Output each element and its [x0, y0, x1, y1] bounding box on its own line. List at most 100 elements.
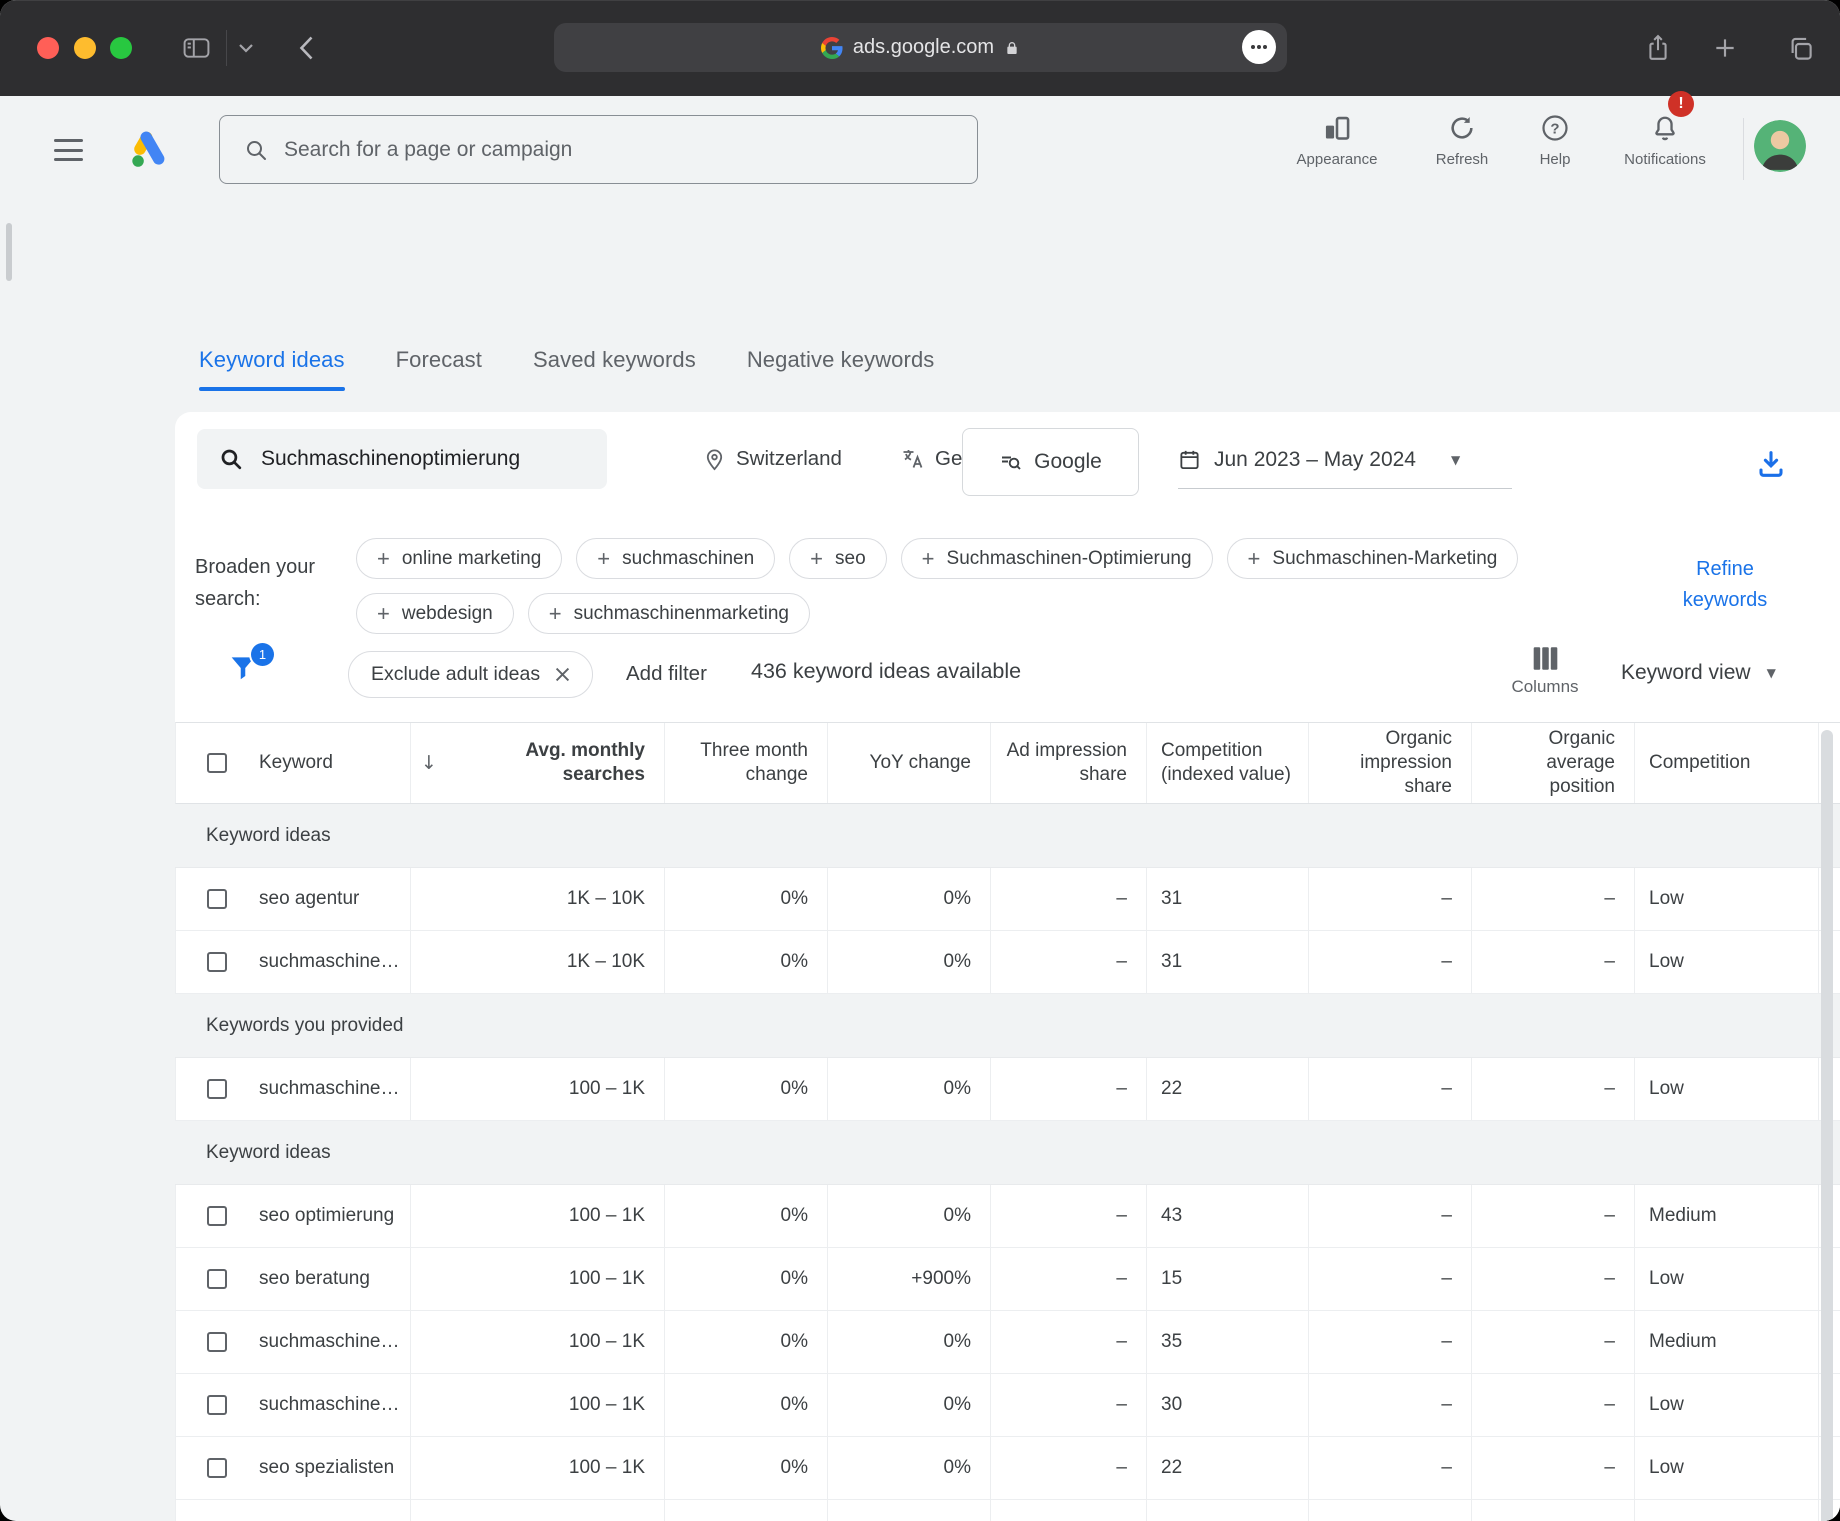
columns-button[interactable]: Columns: [1500, 646, 1590, 697]
value-cell: 0%: [828, 1374, 991, 1436]
broaden-chip[interactable]: +webdesign: [356, 593, 514, 634]
value-cell: –: [991, 931, 1147, 993]
refine-keywords-link[interactable]: Refine keywords: [1663, 554, 1787, 616]
minimize-window-button[interactable]: [74, 37, 96, 59]
row-checkbox[interactable]: [207, 1395, 227, 1415]
broaden-chip[interactable]: +online marketing: [356, 538, 562, 579]
value-cell: 0%: [828, 1500, 991, 1521]
plus-icon: +: [922, 546, 935, 572]
value-cell: Low: [1635, 1374, 1819, 1436]
location-pin-icon: [703, 448, 726, 471]
exclude-adult-ideas-chip[interactable]: Exclude adult ideas: [348, 651, 593, 698]
location-selector[interactable]: Switzerland: [703, 429, 842, 489]
back-button[interactable]: [288, 30, 324, 66]
value-cell: Medium: [1635, 1185, 1819, 1247]
value-cell: +900%: [828, 1248, 991, 1310]
broaden-chip[interactable]: + suchmaschinenmarketing: [528, 593, 810, 634]
sidebar-toggle-button[interactable]: [178, 30, 214, 66]
page-search-box[interactable]: [219, 115, 978, 184]
main-menu-button[interactable]: [54, 139, 83, 161]
row-checkbox[interactable]: [207, 1332, 227, 1352]
column-header-competition-indexed[interactable]: Competition (indexed value): [1147, 723, 1309, 803]
network-value: Google: [1034, 450, 1102, 474]
calendar-icon: [1178, 448, 1201, 471]
url-text: ads.google.com: [853, 36, 994, 59]
value-cell: 100 – 1K: [411, 1248, 665, 1310]
select-all-checkbox[interactable]: [207, 753, 227, 773]
keyword-cell: suchmaschine…: [259, 1393, 399, 1417]
avatar[interactable]: [1754, 120, 1806, 172]
page-search-input[interactable]: [284, 138, 884, 162]
row-checkbox[interactable]: [207, 1079, 227, 1099]
chip-label: suchmaschinenmarketing: [574, 603, 789, 625]
column-header-yoy-change[interactable]: YoY change: [828, 723, 991, 803]
page-settings-button[interactable]: [1242, 30, 1276, 64]
close-window-button[interactable]: [37, 37, 59, 59]
value-cell: Low: [1635, 1248, 1819, 1310]
table-scrollbar-thumb[interactable]: [1821, 730, 1833, 1521]
tab-options-chevron[interactable]: [231, 30, 261, 66]
broaden-chip[interactable]: +Suchmaschinen-Marketing: [1227, 538, 1519, 579]
value-cell: 100 – 1K: [411, 1500, 665, 1521]
value-cell: –: [1309, 1248, 1472, 1310]
tab-overview-button[interactable]: [1782, 30, 1818, 66]
help-button[interactable]: ? Help: [1493, 114, 1617, 168]
row-checkbox[interactable]: [207, 889, 227, 909]
value-cell: 31: [1147, 868, 1309, 930]
zoom-window-button[interactable]: [110, 37, 132, 59]
keyword-ideas-panel: Switzerland German Google Jun 2023 – May…: [175, 412, 1840, 1521]
broaden-chip[interactable]: +Suchmaschinen-Optimierung: [901, 538, 1213, 579]
share-icon: [1645, 33, 1671, 63]
window-scroll-indicator: [6, 223, 12, 281]
value-cell: –: [1472, 1248, 1635, 1310]
new-tab-button[interactable]: [1707, 30, 1743, 66]
network-selector[interactable]: Google: [962, 428, 1139, 496]
date-range-selector[interactable]: Jun 2023 – May 2024 ▼: [1178, 431, 1512, 489]
row-checkbox[interactable]: [207, 952, 227, 972]
value-cell: 43: [1147, 1185, 1309, 1247]
column-header-organic-impression-share[interactable]: Organic impression share: [1309, 723, 1472, 803]
keyword-search-input[interactable]: [261, 447, 581, 471]
close-icon[interactable]: [555, 667, 570, 682]
value-cell: 0%: [828, 868, 991, 930]
tab-keyword-ideas[interactable]: Keyword ideas: [199, 347, 345, 399]
tab-saved-keywords[interactable]: Saved keywords: [533, 347, 696, 399]
column-header-competition[interactable]: Competition: [1635, 723, 1819, 803]
row-checkbox[interactable]: [207, 1206, 227, 1226]
download-button[interactable]: [1755, 448, 1787, 480]
google-ads-logo: [128, 127, 174, 173]
broaden-chip[interactable]: +seo: [789, 538, 887, 579]
tab-forecast[interactable]: Forecast: [396, 347, 482, 399]
value-cell: 22: [1147, 1058, 1309, 1120]
table-row: suchmaschine…100 – 1K0%0%–: [175, 1500, 1840, 1521]
value-cell: –: [1309, 1058, 1472, 1120]
value-cell: –: [1472, 1311, 1635, 1373]
value-cell: –: [1309, 1185, 1472, 1247]
column-header-three-month-change[interactable]: Three month change: [665, 723, 828, 803]
share-button[interactable]: [1640, 30, 1676, 66]
value-cell: 0%: [665, 868, 828, 930]
keyword-view-selector[interactable]: Keyword view ▼: [1621, 661, 1776, 685]
search-icon: [244, 138, 268, 162]
tab-negative-keywords[interactable]: Negative keywords: [747, 347, 935, 399]
chrome-divider: [226, 30, 227, 66]
date-range-value: Jun 2023 – May 2024: [1214, 448, 1416, 472]
notifications-button[interactable]: Notifications: [1603, 114, 1727, 168]
location-value: Switzerland: [736, 447, 842, 471]
row-checkbox[interactable]: [207, 1458, 227, 1478]
row-checkbox[interactable]: [207, 1269, 227, 1289]
keyword-search-box[interactable]: [197, 429, 607, 489]
bell-icon: [1651, 114, 1679, 142]
svg-text:?: ?: [1550, 121, 1559, 138]
table-row: suchmaschine…100 – 1K0%0%–30––Low: [175, 1374, 1840, 1437]
broaden-chip[interactable]: +suchmaschinen: [576, 538, 775, 579]
add-filter-button[interactable]: Add filter: [626, 662, 707, 686]
appearance-button[interactable]: Appearance: [1275, 114, 1399, 168]
planner-tabs: Keyword ideas Forecast Saved keywords Ne…: [199, 347, 934, 399]
column-header-avg-monthly-searches[interactable]: ↓ Avg. monthly searches: [411, 723, 665, 803]
column-header-organic-average-position[interactable]: Organic average position: [1472, 723, 1635, 803]
notification-badge: !: [1668, 91, 1694, 117]
plus-icon: +: [549, 601, 562, 627]
address-bar[interactable]: ads.google.com: [554, 23, 1287, 72]
column-header-ad-impression-share[interactable]: Ad impression share: [991, 723, 1147, 803]
